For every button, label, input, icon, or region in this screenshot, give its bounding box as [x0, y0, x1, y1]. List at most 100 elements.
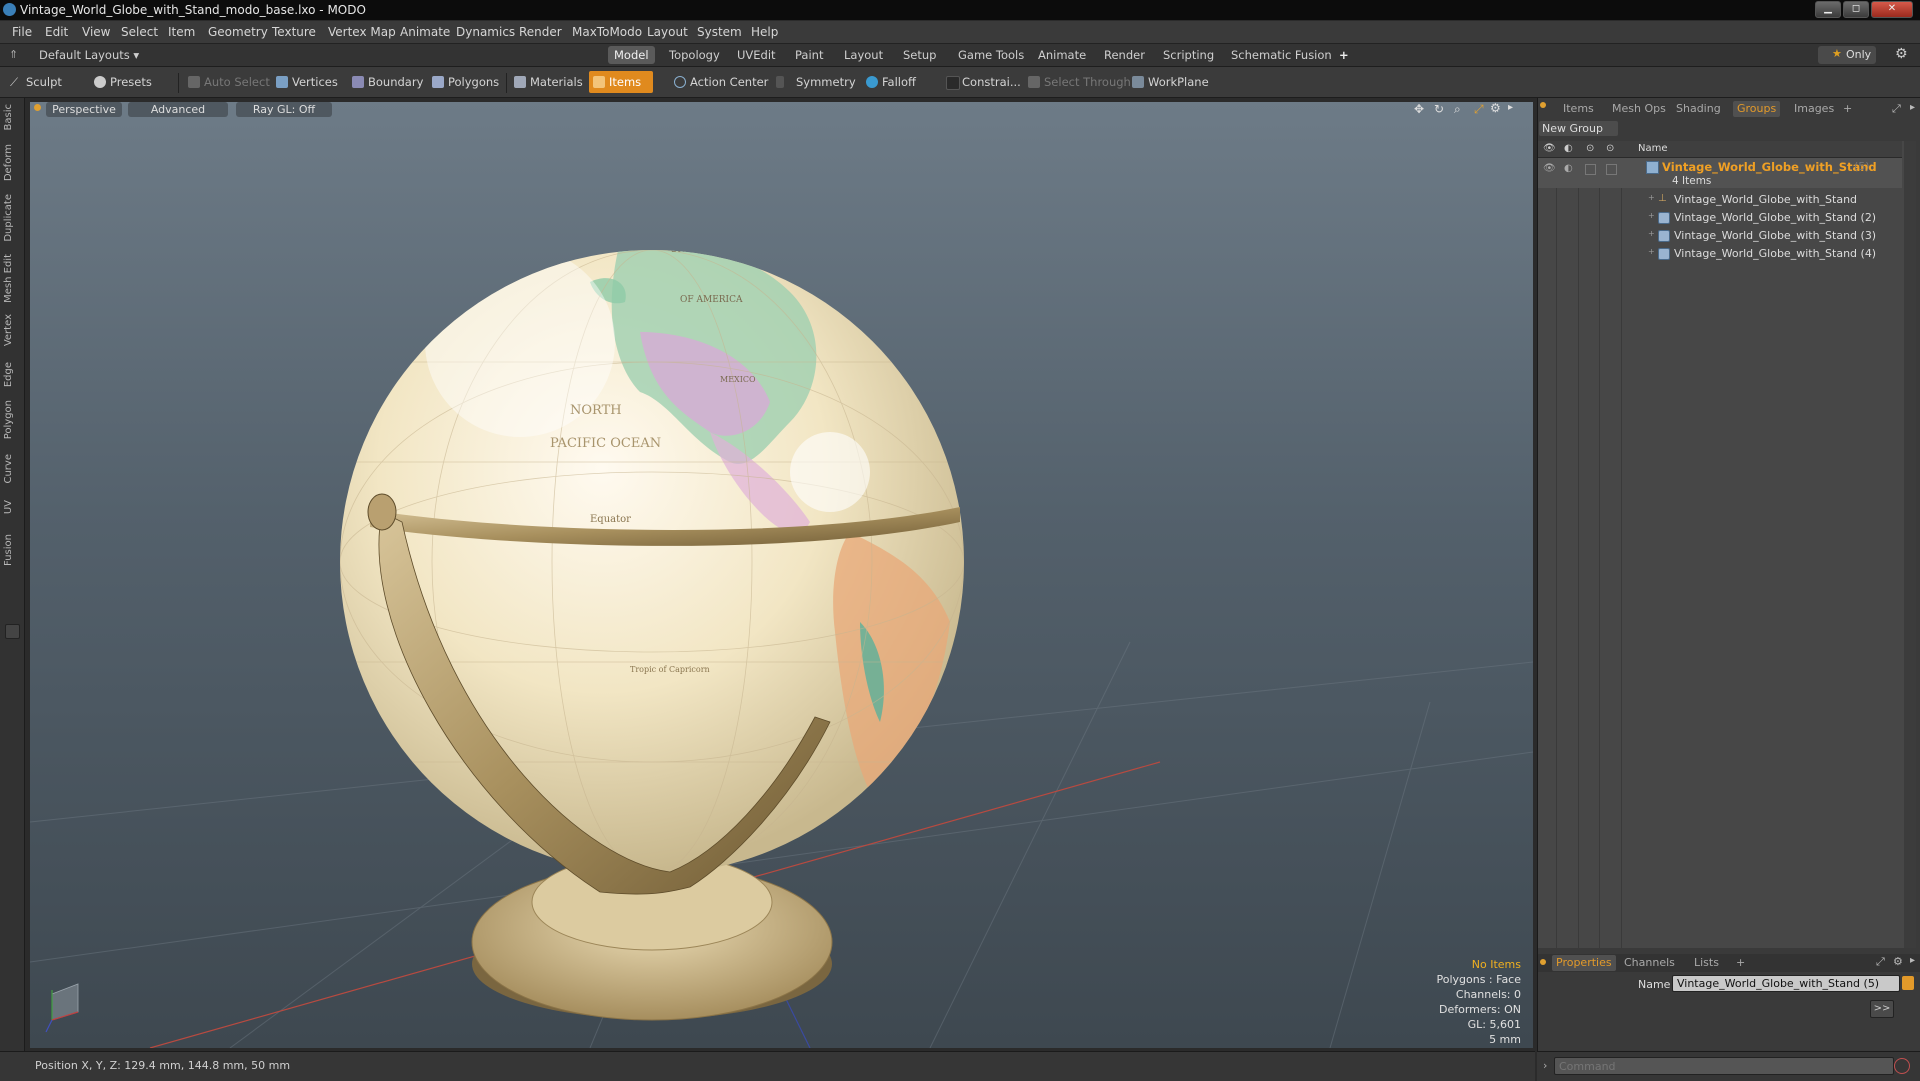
visibility-toggle-icon[interactable]: 👁: [1543, 163, 1556, 174]
presets-button[interactable]: Presets: [90, 71, 176, 93]
items-button[interactable]: Items: [589, 71, 653, 93]
tab-items[interactable]: Items: [1563, 101, 1594, 117]
tab-render[interactable]: Render: [1098, 46, 1151, 64]
tab-animate[interactable]: Animate: [1032, 46, 1092, 64]
menu-texture[interactable]: Texture: [272, 25, 316, 39]
panel-menu-dot[interactable]: [1540, 102, 1546, 108]
tab-lists[interactable]: Lists: [1694, 955, 1719, 971]
tab-groups[interactable]: Groups: [1733, 101, 1781, 117]
menu-system[interactable]: System: [697, 25, 742, 39]
add-properties-tab-button[interactable]: +: [1736, 955, 1745, 971]
tab-model[interactable]: Model: [608, 46, 655, 64]
lock-checkbox[interactable]: [1585, 164, 1596, 175]
select-checkbox[interactable]: [1606, 164, 1617, 175]
list-item[interactable]: + Vintage_World_Globe_with_Stand (2): [1538, 209, 1902, 227]
menu-view[interactable]: View: [82, 25, 110, 39]
expand-icon[interactable]: +: [1648, 211, 1655, 220]
tab-setup[interactable]: Setup: [897, 46, 942, 64]
tab-toggle-button[interactable]: [5, 624, 20, 639]
name-column-header[interactable]: Name: [1638, 143, 1668, 154]
select-through-button[interactable]: Select Through: [1024, 71, 1140, 93]
panel-arrow-icon[interactable]: ▸: [1910, 102, 1915, 113]
properties-arrow-icon[interactable]: ▸: [1910, 955, 1915, 966]
3d-viewport[interactable]: UNITED STATES OF AMERICA MEXICO NORTH PA…: [30, 102, 1533, 1048]
new-group-button[interactable]: New Group: [1539, 121, 1618, 136]
menu-vertex-map[interactable]: Vertex Map: [328, 25, 396, 39]
tab-vertex[interactable]: Vertex: [3, 314, 21, 346]
default-layouts-dropdown[interactable]: Default Layouts ▾: [33, 46, 145, 64]
expand-icon[interactable]: +: [1648, 193, 1655, 202]
menu-select[interactable]: Select: [121, 25, 158, 39]
zoom-icon[interactable]: ⌕: [1454, 102, 1461, 117]
layout-switch-icon[interactable]: ⇑: [9, 48, 18, 61]
tab-channels[interactable]: Channels: [1624, 955, 1675, 971]
group-row[interactable]: 👁 ◐ Vintage_World_Globe_with_Stand (5) 4…: [1538, 158, 1902, 188]
action-center-button[interactable]: Action Center: [670, 71, 786, 93]
tab-curve[interactable]: Curve: [3, 454, 21, 484]
tab-fusion[interactable]: Fusion: [3, 534, 21, 566]
menu-item[interactable]: Item: [168, 25, 195, 39]
tab-basic[interactable]: Basic: [3, 104, 21, 130]
list-item[interactable]: + Vintage_World_Globe_with_Stand (4): [1538, 245, 1902, 263]
menu-maxtomodo[interactable]: MaxToModo: [572, 25, 642, 39]
close-button[interactable]: ✕: [1871, 1, 1913, 18]
tab-layout[interactable]: Layout: [838, 46, 889, 64]
fit-icon[interactable]: ⤢: [1474, 102, 1484, 117]
tab-game-tools[interactable]: Game Tools: [952, 46, 1030, 64]
menu-file[interactable]: File: [12, 25, 32, 39]
tab-properties[interactable]: Properties: [1552, 955, 1616, 971]
tab-uv[interactable]: UV: [3, 500, 21, 514]
properties-gear-icon[interactable]: ⚙: [1893, 955, 1903, 968]
command-clear-icon[interactable]: [1894, 1058, 1910, 1074]
raygl-toggle[interactable]: Ray GL: Off: [236, 102, 332, 117]
menu-edit[interactable]: Edit: [45, 25, 68, 39]
groups-scrollbar[interactable]: [1904, 141, 1916, 948]
viewport-settings-icon[interactable]: ⚙: [1490, 101, 1501, 115]
add-panel-tab-button[interactable]: +: [1843, 101, 1852, 117]
properties-menu-dot[interactable]: [1540, 959, 1546, 965]
menu-layout[interactable]: Layout: [647, 25, 688, 39]
rotate-icon[interactable]: ↻: [1434, 102, 1444, 116]
panel-expand-icon[interactable]: ⤢: [1892, 102, 1901, 116]
shading-advanced-button[interactable]: Advanced: [128, 102, 228, 117]
workplane-button[interactable]: WorkPlane: [1128, 71, 1226, 93]
tab-paint[interactable]: Paint: [789, 46, 829, 64]
falloff-button[interactable]: Falloff: [862, 71, 948, 93]
name-field[interactable]: [1672, 975, 1900, 992]
name-field-color-swatch[interactable]: [1902, 976, 1914, 990]
tab-schematic-fusion[interactable]: Schematic Fusion: [1225, 46, 1338, 64]
list-item[interactable]: + ⊥ Vintage_World_Globe_with_Stand: [1538, 191, 1902, 209]
gear-icon[interactable]: ⚙: [1895, 46, 1908, 62]
menu-render[interactable]: Render: [519, 25, 562, 39]
menu-animate[interactable]: Animate: [400, 25, 450, 39]
render-toggle-icon[interactable]: ◐: [1564, 163, 1573, 174]
minimize-button[interactable]: ▁: [1815, 1, 1841, 18]
properties-expand-icon[interactable]: ⤢: [1876, 955, 1885, 969]
list-item[interactable]: + Vintage_World_Globe_with_Stand (3): [1538, 227, 1902, 245]
tab-mesh-ops[interactable]: Mesh Ops: [1612, 101, 1666, 117]
more-options-button[interactable]: >>: [1870, 1000, 1894, 1018]
only-button[interactable]: ★ Only: [1818, 46, 1876, 64]
expand-icon[interactable]: +: [1648, 229, 1655, 238]
tab-uvedit[interactable]: UVEdit: [731, 46, 782, 64]
tab-images[interactable]: Images: [1794, 101, 1834, 117]
viewport-expand-icon[interactable]: ▸: [1508, 102, 1513, 113]
tab-mesh-edit[interactable]: Mesh Edit: [3, 254, 21, 303]
viewport-menu-dot[interactable]: [34, 104, 41, 111]
tab-polygon[interactable]: Polygon: [3, 400, 21, 439]
pan-icon[interactable]: ✥: [1414, 102, 1424, 116]
symmetry-button[interactable]: Symmetry: [772, 71, 876, 93]
menu-geometry[interactable]: Geometry: [208, 25, 268, 39]
tab-duplicate[interactable]: Duplicate: [3, 194, 21, 242]
maximize-button[interactable]: ◻: [1843, 1, 1869, 18]
command-input[interactable]: [1554, 1057, 1894, 1075]
expand-icon[interactable]: +: [1648, 247, 1655, 256]
add-tab-button[interactable]: +: [1333, 46, 1355, 64]
view-perspective-button[interactable]: Perspective: [46, 102, 122, 117]
tab-shading[interactable]: Shading: [1676, 101, 1721, 117]
tab-edge[interactable]: Edge: [3, 362, 21, 387]
tab-deform[interactable]: Deform: [3, 144, 21, 181]
menu-help[interactable]: Help: [751, 25, 778, 39]
tab-topology[interactable]: Topology: [663, 46, 726, 64]
menu-dynamics[interactable]: Dynamics: [456, 25, 515, 39]
